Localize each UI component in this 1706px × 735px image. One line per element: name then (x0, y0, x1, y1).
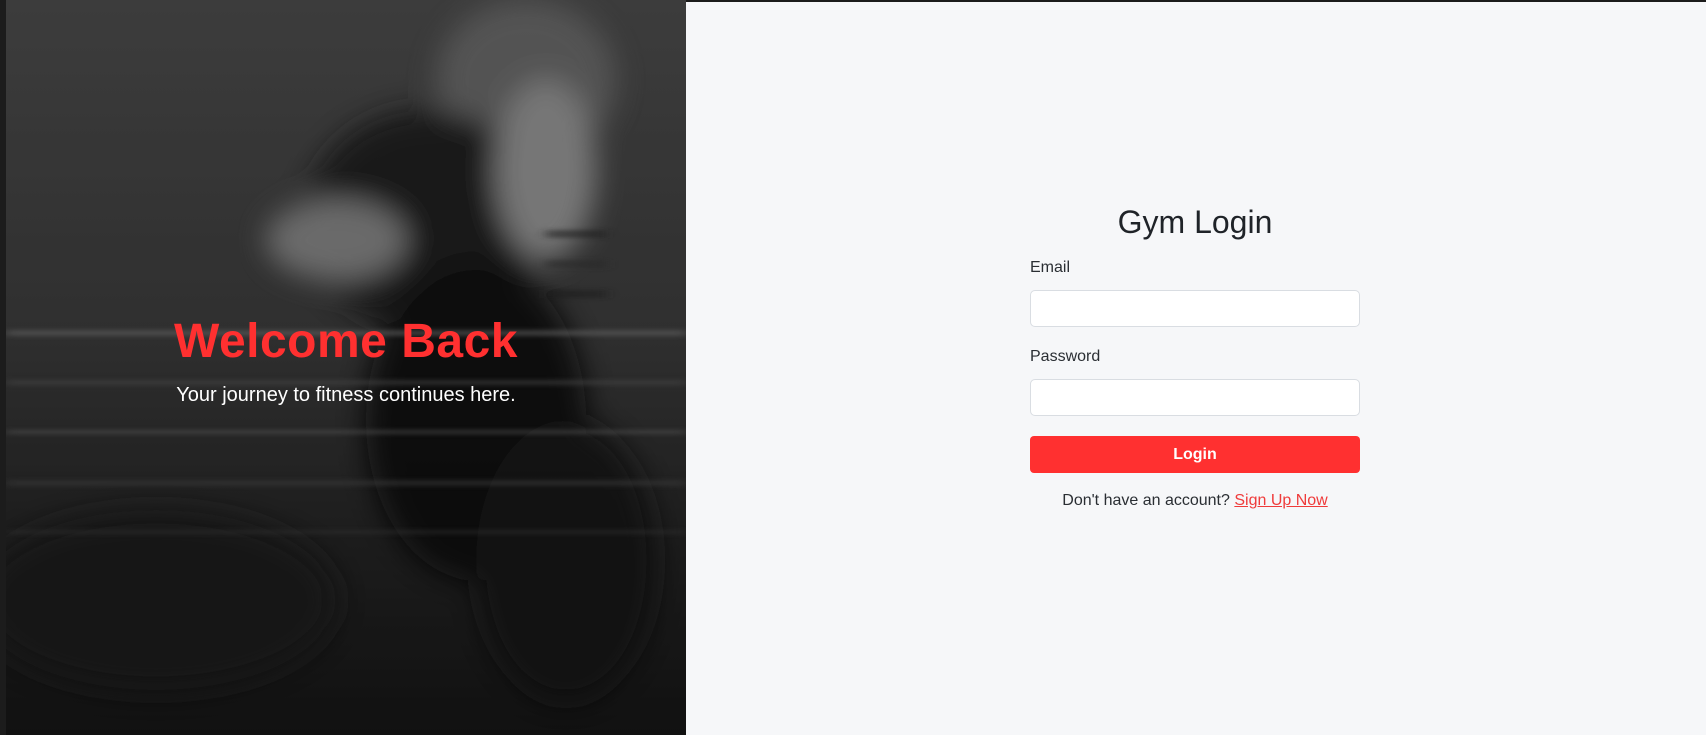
hero-panel: Welcome Back Your journey to fitness con… (6, 0, 686, 735)
app-window: Welcome Back Your journey to fitness con… (0, 0, 1706, 735)
password-input[interactable] (1030, 379, 1360, 416)
signup-row: Don't have an account? Sign Up Now (1030, 491, 1360, 511)
hero-text-block: Welcome Back Your journey to fitness con… (6, 314, 686, 408)
login-panel: Gym Login Email Password Login Don't hav… (686, 2, 1706, 735)
password-label: Password (1030, 348, 1101, 365)
login-form: Gym Login Email Password Login Don't hav… (1030, 202, 1360, 511)
signup-link[interactable]: Sign Up Now (1234, 492, 1327, 509)
login-button[interactable]: Login (1030, 436, 1360, 473)
login-title: Gym Login (1117, 204, 1273, 240)
email-label: Email (1030, 259, 1071, 276)
email-input[interactable] (1030, 290, 1360, 327)
hero-title: Welcome Back (174, 315, 518, 368)
hero-subtitle: Your journey to fitness continues here. (176, 384, 516, 406)
signup-prompt: Don't have an account? (1062, 492, 1230, 509)
